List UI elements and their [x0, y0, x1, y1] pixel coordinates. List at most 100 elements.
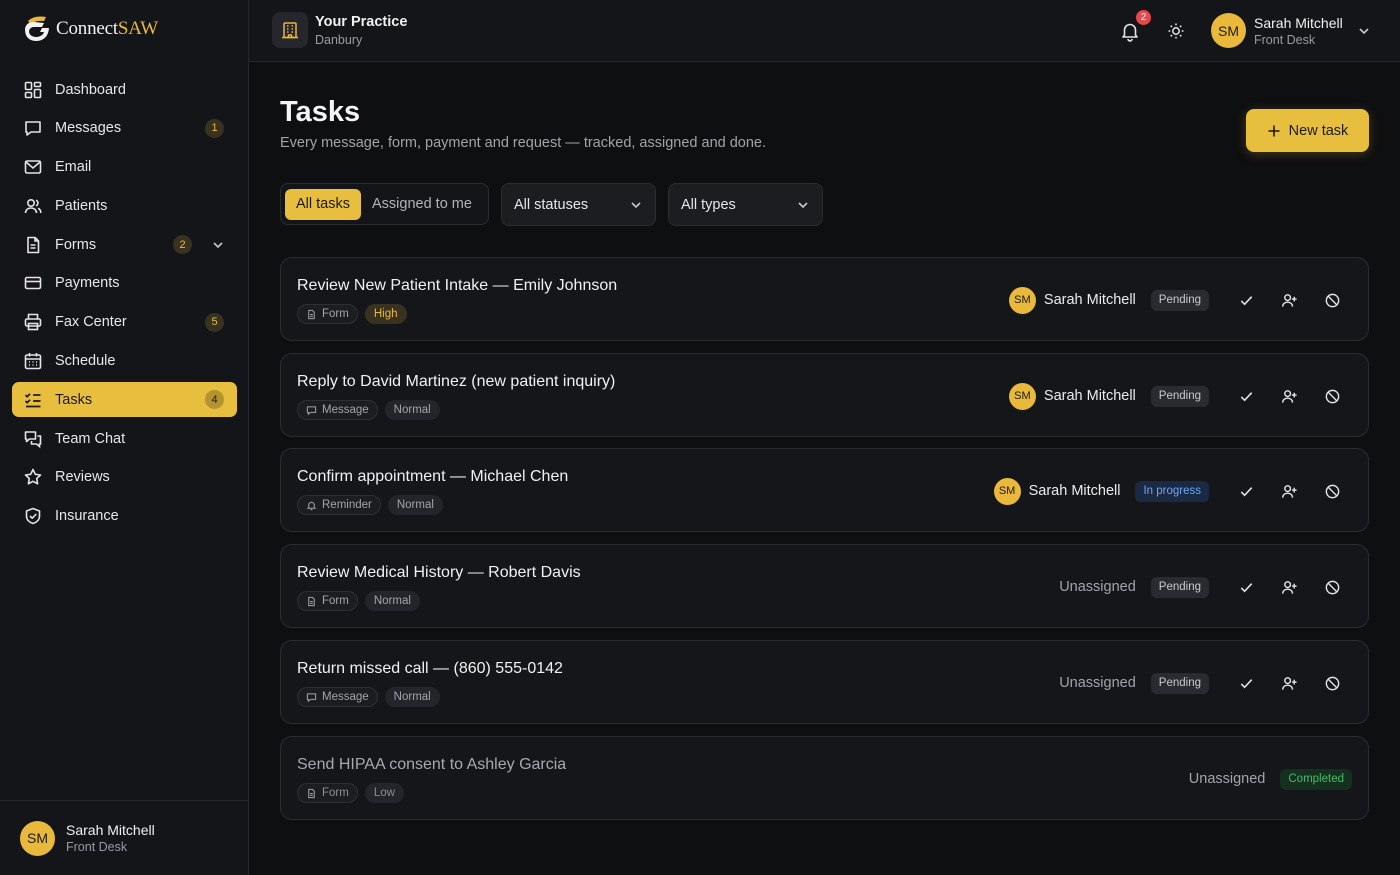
building-icon	[272, 12, 308, 48]
avatar: SM	[20, 820, 55, 856]
task-assignee[interactable]: SM Sarah Mitchell	[993, 477, 1120, 505]
sidebar-item-insurance[interactable]: Insurance	[12, 499, 237, 534]
ban-icon	[1325, 676, 1340, 690]
task-card[interactable]: Review New Patient Intake — Emily Johnso…	[280, 257, 1369, 341]
cancel-task-button[interactable]	[1311, 285, 1354, 315]
count-badge: 1	[205, 118, 224, 138]
task-title: Reply to David Martinez (new patient inq…	[297, 373, 616, 390]
task-type-label: Form	[322, 595, 349, 607]
type-filter-select[interactable]: All types	[668, 183, 823, 226]
status-badge: Pending	[1150, 672, 1209, 694]
check-icon	[1240, 582, 1253, 592]
sidebar-item-forms[interactable]: Forms 2	[12, 227, 237, 262]
new-task-button[interactable]: New task	[1246, 109, 1369, 152]
user-role: Front Desk	[1254, 32, 1316, 47]
task-assignee[interactable]: SM Sarah Mitchell	[1008, 286, 1136, 314]
task-card[interactable]: Reply to David Martinez (new patient inq…	[280, 353, 1369, 437]
user-menu[interactable]: SM Sarah Mitchell Front Desk	[1211, 13, 1371, 48]
task-scope-toggle: All tasks Assigned to me	[280, 183, 489, 225]
brand-name: Connect	[56, 18, 118, 39]
sidebar-item-dashboard[interactable]: Dashboard	[12, 72, 237, 107]
complete-task-button[interactable]	[1225, 668, 1268, 698]
complete-task-button[interactable]	[1225, 572, 1268, 602]
sidebar-item-label: Messages	[55, 120, 122, 137]
cancel-task-button[interactable]	[1311, 381, 1354, 411]
status-filter-select[interactable]: All statuses	[501, 183, 656, 226]
complete-task-button[interactable]	[1225, 285, 1268, 315]
avatar: SM	[993, 477, 1021, 505]
chevron-down-icon[interactable]	[211, 238, 225, 252]
sidebar-item-messages[interactable]: Messages 1	[12, 111, 237, 146]
sidebar-item-team-chat[interactable]: Team Chat	[12, 421, 237, 456]
check-icon	[1240, 295, 1253, 305]
sidebar-user[interactable]: SM Sarah Mitchell Front Desk	[0, 800, 248, 875]
assign-task-button[interactable]	[1268, 285, 1311, 315]
sidebar-item-email[interactable]: Email	[12, 150, 237, 185]
task-type-tag: Reminder	[297, 495, 381, 515]
task-card[interactable]: Confirm appointment — Michael Chen Remin…	[280, 448, 1369, 532]
sidebar-item-patients[interactable]: Patients	[12, 188, 237, 223]
sidebar-item-label: Payments	[55, 275, 120, 292]
assignee-name: Sarah Mitchell	[1043, 388, 1136, 404]
new-task-label: New task	[1288, 122, 1349, 139]
task-type-label: Message	[322, 691, 369, 703]
sidebar-item-label: Forms	[55, 236, 97, 253]
calendar-icon	[24, 353, 42, 370]
chevron-down-icon	[631, 201, 641, 208]
task-type-label: Reminder	[322, 499, 372, 511]
cancel-task-button[interactable]	[1311, 668, 1354, 698]
status-badge: Pending	[1150, 289, 1209, 311]
task-assignee[interactable]: SM Sarah Mitchell	[1008, 382, 1136, 410]
assign-task-button[interactable]	[1268, 572, 1311, 602]
complete-task-button[interactable]	[1225, 381, 1268, 411]
sidebar-item-label: Tasks	[55, 391, 93, 408]
sidebar-item-payments[interactable]: Payments	[12, 266, 237, 301]
check-icon	[1240, 678, 1253, 688]
brand-logo[interactable]: ConnectSAW	[20, 12, 158, 46]
user-name: Sarah Mitchell	[66, 822, 155, 838]
sidebar-item-reviews[interactable]: Reviews	[12, 460, 237, 495]
complete-task-button[interactable]	[1225, 476, 1268, 506]
sidebar-item-tasks[interactable]: Tasks 4	[12, 382, 237, 418]
logo-mark-icon	[25, 16, 49, 41]
chevron-down-icon	[1359, 27, 1369, 34]
user-plus-icon	[1281, 484, 1297, 498]
message-icon	[25, 121, 41, 137]
practice-switcher[interactable]: Your Practice Danbury	[272, 12, 407, 48]
task-card[interactable]: Return missed call — (860) 555-0142 Mess…	[280, 640, 1369, 724]
assign-task-button[interactable]	[1268, 381, 1311, 411]
bell-icon	[306, 501, 317, 510]
task-type-tag: Form	[297, 304, 358, 324]
task-type-label: Form	[322, 308, 349, 320]
user-plus-icon	[1281, 293, 1297, 307]
sun-icon[interactable]	[1166, 21, 1186, 41]
sidebar-item-schedule[interactable]: Schedule	[12, 344, 237, 379]
priority-tag: High	[364, 304, 407, 324]
segment-all-tasks[interactable]: All tasks	[285, 188, 361, 220]
task-assignee[interactable]: Unassigned	[1189, 771, 1266, 787]
document-icon	[308, 788, 315, 798]
task-type-label: Form	[322, 787, 349, 799]
sidebar-item-fax-center[interactable]: Fax Center 5	[12, 305, 237, 340]
sidebar-item-label: Schedule	[55, 353, 116, 370]
task-type-tag: Form	[297, 591, 358, 611]
ban-icon	[1325, 484, 1340, 498]
task-assignee[interactable]: Unassigned	[1059, 579, 1136, 595]
cancel-task-button[interactable]	[1311, 572, 1354, 602]
user-plus-icon	[1281, 389, 1297, 403]
priority-tag: Normal	[384, 687, 440, 707]
star-icon	[24, 469, 42, 486]
task-list-icon	[24, 393, 41, 408]
sidebar-item-label: Dashboard	[55, 81, 126, 98]
assign-task-button[interactable]	[1268, 668, 1311, 698]
segment-assigned-to-me[interactable]: Assigned to me	[361, 189, 483, 220]
task-card[interactable]: Send HIPAA consent to Ashley Garcia Form…	[280, 736, 1369, 820]
task-title: Confirm appointment — Michael Chen	[297, 468, 569, 485]
cancel-task-button[interactable]	[1311, 476, 1354, 506]
bell-icon[interactable]	[1119, 20, 1141, 42]
task-title: Return missed call — (860) 555-0142	[297, 660, 563, 677]
task-assignee[interactable]: Unassigned	[1059, 675, 1136, 691]
task-card[interactable]: Review Medical History — Robert Davis Fo…	[280, 544, 1369, 628]
assign-task-button[interactable]	[1268, 476, 1311, 506]
task-type-tag: Form	[297, 783, 358, 803]
